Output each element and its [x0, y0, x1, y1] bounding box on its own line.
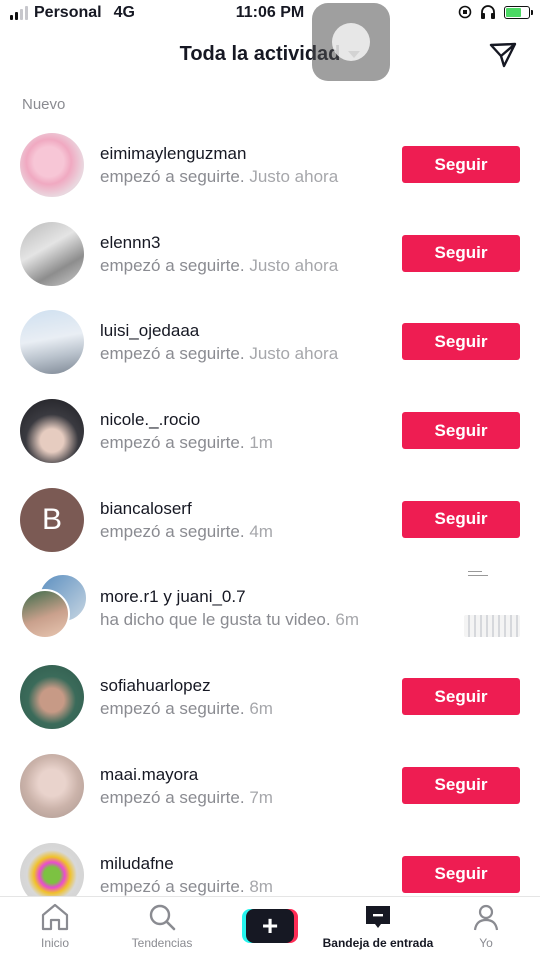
- follow-button[interactable]: Seguir: [402, 500, 520, 538]
- follow-button[interactable]: Seguir: [402, 146, 520, 183]
- list-item[interactable]: elennn3 empezó a seguirte. Justo ahora S…: [0, 209, 540, 298]
- avatar: [20, 589, 70, 640]
- nav-home[interactable]: Inicio: [30, 903, 80, 950]
- list-item[interactable]: B biancaloserf empezó a seguirte. 4m Seg…: [0, 475, 540, 564]
- plus-icon: +: [246, 909, 294, 943]
- usernames[interactable]: more.r1 y juani_0.7: [100, 587, 246, 607]
- activity-action: empezó a seguirte.: [100, 699, 245, 719]
- nav-inbox[interactable]: Bandeja de entrada: [318, 903, 438, 950]
- follow-button[interactable]: Seguir: [402, 323, 520, 361]
- follow-button[interactable]: Seguir: [402, 855, 520, 893]
- activity-time: 6m: [335, 610, 359, 630]
- activity-text: empezó a seguirte. 8m: [100, 877, 273, 897]
- list-item[interactable]: more.r1 y juani_0.7 ha dicho que le gust…: [0, 563, 540, 652]
- avatar-group[interactable]: [20, 573, 88, 643]
- list-item[interactable]: eimimaylenguzman empezó a seguirte. Just…: [0, 120, 540, 209]
- activity-time: 6m: [249, 699, 273, 719]
- avatar[interactable]: [20, 133, 84, 197]
- activity-text: empezó a seguirte. 7m: [100, 788, 273, 808]
- activity-text: empezó a seguirte. 6m: [100, 699, 273, 719]
- nav-discover[interactable]: Tendencias: [122, 903, 202, 950]
- activity-time: Justo ahora: [249, 344, 339, 364]
- status-right: [458, 5, 533, 19]
- activity-text: empezó a seguirte. 4m: [100, 522, 273, 542]
- username[interactable]: maai.mayora: [100, 765, 198, 785]
- follow-button[interactable]: Seguir: [402, 766, 520, 804]
- username[interactable]: juani_0.7: [177, 587, 246, 606]
- video-thumbnail[interactable]: [464, 567, 520, 643]
- activity-time: Justo ahora: [249, 255, 339, 275]
- username[interactable]: eimimaylenguzman: [100, 144, 246, 164]
- activity-action: empezó a seguirte.: [100, 255, 245, 275]
- name-joiner: y: [163, 587, 172, 607]
- inbox-icon: [366, 906, 390, 928]
- activity-action: empezó a seguirte.: [100, 433, 245, 453]
- activity-action: empezó a seguirte.: [100, 167, 245, 186]
- username[interactable]: elennn3: [100, 233, 161, 253]
- username[interactable]: biancaloserf: [100, 499, 192, 519]
- assistive-touch-button[interactable]: [312, 3, 390, 81]
- list-item[interactable]: sofiahuarlopez empezó a seguirte. 6m Seg…: [0, 652, 540, 741]
- list-item[interactable]: nicole._.rocio empezó a seguirte. 1m Seg…: [0, 386, 540, 475]
- activity-text: empezó a seguirte. Justo ahora: [100, 167, 338, 187]
- header: Toda la actividad: [0, 30, 540, 82]
- nav-label: Inicio: [40, 936, 69, 950]
- search-icon: [149, 904, 176, 931]
- activity-time: Justo ahora: [249, 167, 339, 186]
- section-label-new: Nuevo: [22, 96, 66, 113]
- nav-label: Bandeja de entrada: [322, 936, 434, 950]
- username[interactable]: nicole._.rocio: [100, 410, 200, 430]
- username[interactable]: more.r1: [100, 587, 159, 606]
- avatar[interactable]: [20, 399, 84, 464]
- activity-action: empezó a seguirte.: [100, 521, 245, 541]
- headphones-icon: [481, 5, 495, 19]
- activity-text: ha dicho que le gusta tu video. 6m: [100, 610, 359, 630]
- follow-button[interactable]: Seguir: [402, 234, 520, 272]
- create-button[interactable]: +: [242, 909, 298, 943]
- username[interactable]: sofiahuarlopez: [100, 676, 211, 696]
- activity-time: 7m: [249, 787, 273, 807]
- activity-list: eimimaylenguzman empezó a seguirte. Just…: [0, 120, 540, 918]
- activity-time: 4m: [249, 521, 273, 541]
- bottom-nav: Inicio Tendencias + Bandeja de entrada Y…: [0, 896, 540, 960]
- nav-label: Yo: [479, 936, 493, 950]
- nav-profile[interactable]: Yo: [466, 903, 506, 950]
- activity-text: empezó a seguirte. Justo ahora: [100, 256, 338, 276]
- status-bar: Personal 4G 11:06 PM: [0, 0, 540, 30]
- follow-button[interactable]: Seguir: [402, 412, 520, 450]
- avatar[interactable]: [20, 310, 84, 375]
- username[interactable]: miludafne: [100, 854, 174, 874]
- activity-action: empezó a seguirte.: [100, 876, 245, 896]
- send-icon[interactable]: [488, 40, 518, 70]
- activity-action: empezó a seguirte.: [100, 787, 245, 807]
- avatar[interactable]: [20, 665, 84, 730]
- profile-icon: [473, 904, 499, 931]
- list-item[interactable]: maai.mayora empezó a seguirte. 7m Seguir: [0, 741, 540, 830]
- username[interactable]: luisi_ojedaaa: [100, 321, 199, 341]
- activity-time: 1m: [249, 433, 273, 453]
- list-item[interactable]: luisi_ojedaaa empezó a seguirte. Justo a…: [0, 297, 540, 386]
- home-icon: [41, 903, 69, 931]
- activity-text: empezó a seguirte. 1m: [100, 433, 273, 453]
- activity-text: empezó a seguirte. Justo ahora: [100, 344, 338, 364]
- avatar[interactable]: [20, 753, 84, 818]
- activity-action: ha dicho que le gusta tu video.: [100, 610, 331, 630]
- activity-action: empezó a seguirte.: [100, 344, 245, 364]
- battery-icon: [504, 5, 533, 19]
- avatar[interactable]: B: [20, 487, 84, 552]
- nav-label: Tendencias: [131, 936, 193, 950]
- follow-button[interactable]: Seguir: [402, 678, 520, 716]
- orientation-lock-icon: [458, 5, 472, 19]
- activity-time: 8m: [249, 876, 273, 896]
- avatar[interactable]: [20, 221, 84, 286]
